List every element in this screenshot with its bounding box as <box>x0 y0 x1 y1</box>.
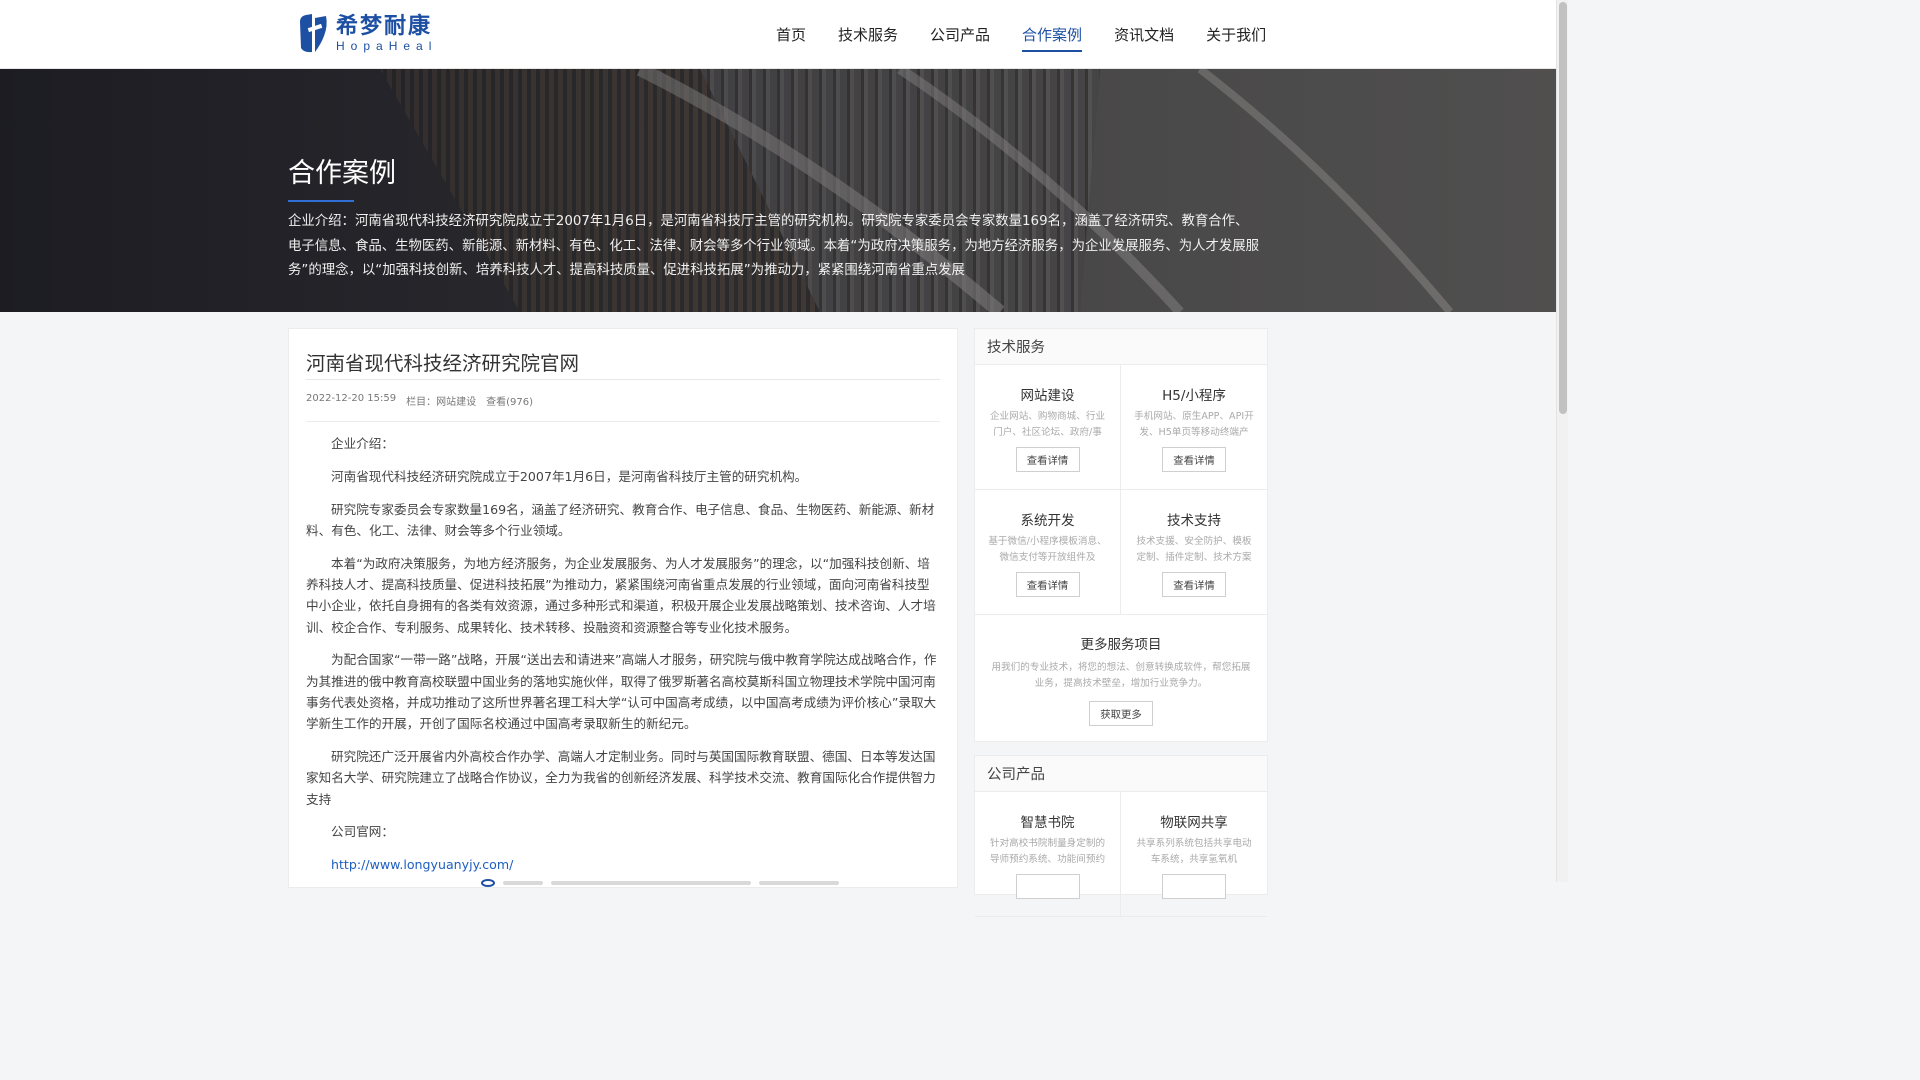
divider <box>306 421 940 422</box>
article-paragraph: 研究院还广泛开展省内外高校合作办学、高端人才定制业务。同时与英国国际教育联盟、德… <box>306 749 936 807</box>
products-heading: 公司产品 <box>975 756 1267 792</box>
article-paragraph: 为配合国家“一带一路”战略，开展“送出去和请进来”高端人才服务，研究院与俄中教育… <box>306 652 937 732</box>
site-header: 希梦耐康 HopaHeal 首页 技术服务 公司产品 合作案例 资讯文档 关于我… <box>0 0 1556 69</box>
preview-bar <box>503 881 543 885</box>
card-desc: 手机网站、原生APP、API开发、H5单页等移动终端产 <box>1134 411 1254 438</box>
card-title: 更多服务项目 <box>1080 637 1162 653</box>
product-card-academy: 智慧书院 针对高校书院制量身定制的导师预约系统、功能间预约 <box>975 792 1121 917</box>
card-title: H5/小程序 <box>1162 388 1226 404</box>
article-body: 企业介绍： 河南省现代科技经济研究院成立于2007年1月6日，是河南省科技厅主管… <box>306 433 938 887</box>
brand-logo[interactable]: 希梦耐康 HopaHeal <box>296 11 441 57</box>
preview-bar <box>759 881 839 885</box>
view-details-button[interactable]: 查看详情 <box>1162 572 1226 597</box>
brand-name-en: HopaHeal <box>336 39 438 53</box>
preview-bar <box>551 881 751 885</box>
service-card-website: 网站建设 企业网站、购物商城、行业门户、社区论坛、政府/事 查看详情 <box>975 365 1121 490</box>
service-card-h5: H5/小程序 手机网站、原生APP、API开发、H5单页等移动终端产 查看详情 <box>1121 365 1267 490</box>
view-details-button[interactable]: 查看详情 <box>1162 447 1226 472</box>
article-paragraph: 研究院专家委员会专家数量169名，涵盖了经济研究、教育合作、电子信息、食品、生物… <box>306 501 935 538</box>
view-details-button[interactable] <box>1015 874 1080 899</box>
get-more-button[interactable]: 获取更多 <box>1089 701 1153 726</box>
page-scrollbar[interactable] <box>1556 0 1568 882</box>
article-meta: 2022-12-20 15:59 栏目：网站建设 查看(976) <box>306 393 533 408</box>
card-title: 物联网共享 <box>1160 815 1228 831</box>
article-title: 河南省现代科技经济研究院官网 <box>306 352 580 375</box>
products-panel: 公司产品 智慧书院 针对高校书院制量身定制的导师预约系统、功能间预约 物联网共享… <box>974 755 1268 917</box>
article-paragraph: 河南省现代科技经济研究院成立于2007年1月6日，是河南省科技厅主管的研究机构。 <box>331 468 808 484</box>
card-title: 系统开发 <box>1020 513 1075 529</box>
nav-tech-services[interactable]: 技术服务 <box>822 0 914 69</box>
card-title: 智慧书院 <box>1020 815 1075 831</box>
article-category: 栏目：网站建设 <box>406 393 476 408</box>
more-services-card: 更多服务项目 用我们的专业技术，将您的想法、创意转换成软件，帮您拓展业务，提高技… <box>975 615 1267 743</box>
article-paragraph: 企业介绍： <box>331 436 394 451</box>
logo-icon <box>300 14 327 53</box>
services-heading: 技术服务 <box>975 329 1267 365</box>
category-label: 栏目： <box>406 397 437 408</box>
nav-news[interactable]: 资讯文档 <box>1098 0 1190 69</box>
article-date: 2022-12-20 15:59 <box>306 393 397 404</box>
article-paragraph: 公司官网： <box>331 824 394 840</box>
divider <box>306 379 940 380</box>
article-paragraph: 本着“为政府决策服务，为地方经济服务，为企业发展服务、为人才发展服务”的理念，以… <box>306 555 936 635</box>
preview-logo-icon <box>481 879 495 887</box>
card-title: 网站建设 <box>1020 388 1075 404</box>
card-title: 技术支持 <box>1167 513 1221 529</box>
website-link[interactable]: http://www.longyuanyjy.com/ <box>306 854 938 875</box>
nav-about[interactable]: 关于我们 <box>1190 0 1282 69</box>
brand-name-cn: 希梦耐康 <box>336 14 433 39</box>
product-card-iot: 物联网共享 共享系列系统包括共享电动车系统，共享氢氧机 <box>1121 792 1267 917</box>
main-nav: 首页 技术服务 公司产品 合作案例 资讯文档 关于我们 <box>760 0 1282 69</box>
card-desc: 基于微信/小程序模板消息、微信支付等开放组件及 <box>988 536 1107 563</box>
banner-description: 企业介绍：河南省现代科技经济研究院成立于2007年1月6日，是河南省科技厅主管的… <box>288 214 1260 278</box>
case-article: 河南省现代科技经济研究院官网 2022-12-20 15:59 栏目：网站建设 … <box>288 328 958 888</box>
category-link[interactable]: 网站建设 <box>436 397 476 408</box>
card-desc: 用我们的专业技术，将您的想法、创意转换成软件，帮您拓展业务，提高技术壁垒，增加行… <box>991 662 1251 689</box>
card-desc: 企业网站、购物商城、行业门户、社区论坛、政府/事 <box>989 411 1106 438</box>
view-details-button[interactable]: 查看详情 <box>1015 572 1080 597</box>
card-desc: 共享系列系统包括共享电动车系统，共享氢氧机 <box>1136 838 1252 865</box>
services-panel: 技术服务 网站建设 企业网站、购物商城、行业门户、社区论坛、政府/事 查看详情 … <box>974 328 1268 742</box>
card-desc: 技术支援、安全防护、模板定制、插件定制、技术方案 <box>1136 536 1252 563</box>
nav-home[interactable]: 首页 <box>760 0 822 69</box>
card-desc: 针对高校书院制量身定制的导师预约系统、功能间预约 <box>989 838 1106 865</box>
article-views: 查看(976) <box>486 397 534 408</box>
nav-cases[interactable]: 合作案例 <box>1006 0 1098 69</box>
view-details-button[interactable]: 查看详情 <box>1015 447 1080 472</box>
service-card-system: 系统开发 基于微信/小程序模板消息、微信支付等开放组件及 查看详情 <box>975 490 1121 615</box>
service-card-support: 技术支持 技术支援、安全防护、模板定制、插件定制、技术方案 查看详情 <box>1121 490 1267 615</box>
website-screenshot-preview <box>481 877 901 889</box>
nav-products[interactable]: 公司产品 <box>914 0 1006 69</box>
scrollbar-thumb[interactable] <box>1559 2 1567 414</box>
page-title: 合作案例 <box>288 158 396 189</box>
title-underline <box>288 200 354 202</box>
page-banner: 合作案例 企业介绍：河南省现代科技经济研究院成立于2007年1月6日，是河南省科… <box>0 69 1556 312</box>
view-details-button[interactable] <box>1162 874 1226 899</box>
